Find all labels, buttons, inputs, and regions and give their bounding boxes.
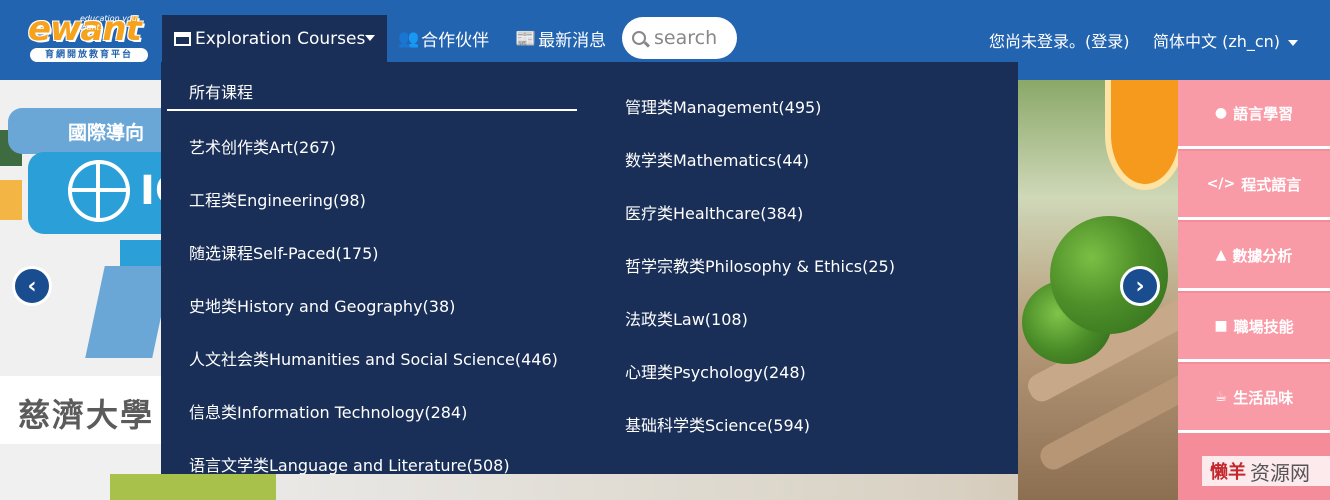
code-icon: </> bbox=[1206, 176, 1236, 192]
logo-subtitle: 育網開放教育平台 bbox=[30, 48, 148, 62]
language-label: 简体中文 (zh_cn) bbox=[1153, 32, 1281, 51]
sidebar-item-label: 程式語言 bbox=[1241, 175, 1302, 194]
search-input[interactable] bbox=[654, 27, 734, 49]
course-category-engineering[interactable]: 工程类Engineering(98) bbox=[189, 187, 366, 211]
newspaper-icon: 📰 bbox=[515, 28, 537, 49]
sidebar-item-label: 語言學習 bbox=[1233, 104, 1294, 123]
users-icon: 👥 bbox=[398, 28, 420, 49]
exploration-courses-label: Exploration Courses bbox=[195, 28, 366, 49]
nav-news-link[interactable]: 📰 最新消息 bbox=[515, 26, 607, 52]
dropdown-divider bbox=[167, 109, 577, 111]
course-category-science[interactable]: 基础科学类Science(594) bbox=[625, 412, 810, 436]
language-selector[interactable]: 简体中文 (zh_cn) bbox=[1153, 28, 1299, 52]
nav-news-label: 最新消息 bbox=[538, 31, 607, 51]
course-category-mathematics[interactable]: 数学类Mathematics(44) bbox=[625, 147, 809, 171]
course-category-language-literature[interactable]: 语言文学类Language and Literature(508) bbox=[189, 452, 510, 476]
watermark-gray-text: 资源网 bbox=[1250, 460, 1310, 485]
course-category-philosophy-ethics[interactable]: 哲学宗教类Philosophy & Ethics(25) bbox=[625, 253, 895, 277]
login-link[interactable]: 您尚未登录。(登录) bbox=[989, 28, 1130, 52]
banner-decor bbox=[110, 474, 276, 500]
watermark-red-text: 懒羊 bbox=[1210, 462, 1246, 483]
course-category-information-technology[interactable]: 信息类Information Technology(284) bbox=[189, 399, 467, 423]
sidebar-item-language-learning[interactable]: ● 語言學習 bbox=[1178, 80, 1330, 149]
search-icon bbox=[632, 31, 646, 45]
nav-partners-label: 合作伙伴 bbox=[421, 31, 490, 51]
watermark: 懒羊 资源网 bbox=[1202, 456, 1330, 486]
logo-tagline: education you want! bbox=[80, 14, 137, 32]
sidebar-item-career-skills[interactable]: ■ 職場技能 bbox=[1178, 293, 1330, 362]
caret-down-icon bbox=[1288, 39, 1299, 46]
carousel-next-button[interactable]: › bbox=[1120, 266, 1160, 306]
sidebar-item-data-analysis[interactable]: ▲ 數據分析 bbox=[1178, 222, 1330, 291]
sidebar-item-lifestyle[interactable]: ☕ 生活品味 bbox=[1178, 364, 1330, 433]
course-category-art[interactable]: 艺术创作类Art(267) bbox=[189, 134, 336, 158]
ewant-logo[interactable]: ewant education you want! 育網開放教育平台 bbox=[28, 10, 150, 62]
course-category-self-paced[interactable]: 随选课程Self-Paced(175) bbox=[189, 240, 379, 264]
coffee-icon: ☕ bbox=[1214, 389, 1228, 405]
sidebar-item-label: 數據分析 bbox=[1232, 246, 1293, 265]
chevron-right-icon: › bbox=[1135, 273, 1145, 299]
carousel-prev-button[interactable]: ‹ bbox=[12, 266, 52, 306]
globe-icon: ● bbox=[1214, 105, 1228, 121]
archive-icon bbox=[174, 31, 191, 46]
course-category-humanities[interactable]: 人文社会类Humanities and Social Science(446) bbox=[189, 346, 558, 370]
globe-line bbox=[68, 188, 130, 192]
course-category-management[interactable]: 管理类Management(495) bbox=[625, 94, 821, 118]
course-category-history-geography[interactable]: 史地类History and Geography(38) bbox=[189, 293, 455, 317]
all-courses-link[interactable]: 所有课程 bbox=[189, 79, 253, 103]
course-category-healthcare[interactable]: 医疗类Healthcare(384) bbox=[625, 200, 803, 224]
banner-decor bbox=[0, 180, 22, 220]
exploration-courses-menu-button[interactable]: Exploration Courses bbox=[162, 15, 387, 62]
nav-partners-link[interactable]: 👥 合作伙伴 bbox=[398, 26, 490, 52]
search-box[interactable] bbox=[622, 17, 737, 59]
sidebar-item-label: 生活品味 bbox=[1233, 388, 1294, 407]
course-category-law[interactable]: 法政类Law(108) bbox=[625, 306, 748, 330]
chart-icon: ▲ bbox=[1215, 247, 1227, 263]
briefcase-icon: ■ bbox=[1214, 318, 1228, 334]
category-sidebar: ● 語言學習 </> 程式語言 ▲ 數據分析 ■ 職場技能 ☕ 生活品味 bbox=[1178, 80, 1330, 500]
orange-image bbox=[1105, 80, 1185, 190]
chevron-left-icon: ‹ bbox=[27, 273, 37, 299]
sidebar-item-programming[interactable]: </> 程式語言 bbox=[1178, 151, 1330, 220]
banner-caption: 慈濟大學 bbox=[0, 376, 162, 444]
course-category-psychology[interactable]: 心理类Psychology(248) bbox=[625, 359, 806, 383]
caret-down-icon bbox=[365, 35, 375, 41]
sidebar-item-label: 職場技能 bbox=[1233, 317, 1294, 336]
courses-dropdown-menu: 所有课程 艺术创作类Art(267) 工程类Engineering(98) 随选… bbox=[161, 62, 1018, 476]
banner-badge: 國際導向 bbox=[8, 108, 162, 154]
